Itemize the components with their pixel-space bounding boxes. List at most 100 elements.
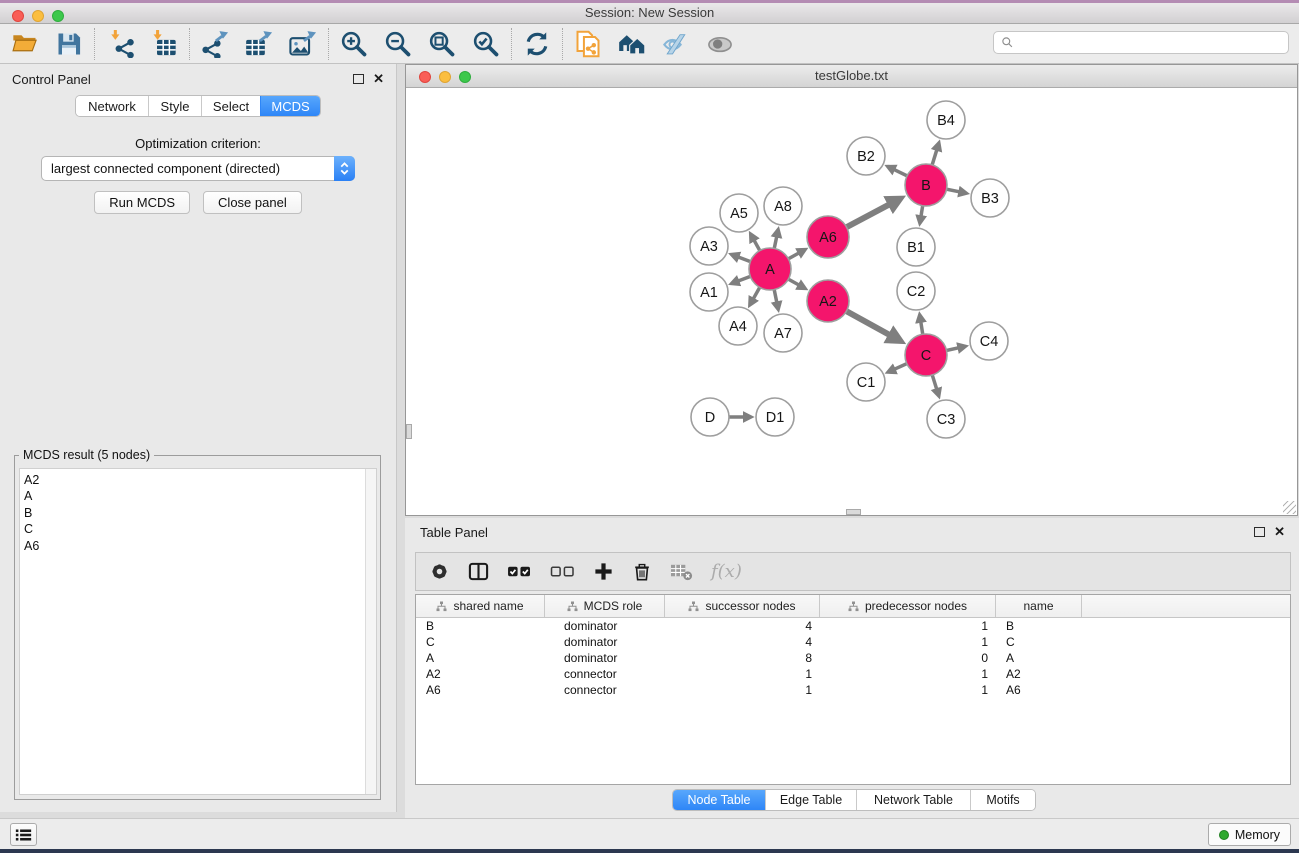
show-panels-button[interactable] [10, 823, 37, 846]
table-cell: A [416, 651, 545, 665]
table-cell: 1 [665, 667, 820, 681]
column-header-name[interactable]: name [996, 595, 1082, 617]
table-row[interactable]: Bdominator41B [416, 618, 1290, 634]
mcds-result-listbox[interactable]: A2ABCA6 [19, 468, 377, 795]
deselect-all-icon[interactable] [550, 560, 575, 584]
svg-text:A6: A6 [819, 230, 837, 246]
close-panel-button[interactable]: Close panel [203, 191, 302, 214]
network-canvas[interactable]: B4 B2 B B3 A8A5 A6 A3 B1 A A1 C2 A2 A4A7 C4 C C1 D D1 C3 [406, 88, 1297, 515]
tab-network-table[interactable]: Network Table [856, 790, 970, 810]
minimize-window-button[interactable] [32, 10, 44, 22]
tab-select[interactable]: Select [201, 96, 260, 116]
node-A2[interactable]: A2 [807, 280, 849, 322]
node-A4[interactable]: A4 [719, 307, 757, 345]
tab-node-table[interactable]: Node Table [673, 790, 765, 810]
node-A3[interactable]: A3 [690, 227, 728, 265]
tab-mcds[interactable]: MCDS [260, 96, 320, 116]
node-C4[interactable]: C4 [970, 322, 1008, 360]
export-table-icon[interactable] [244, 29, 274, 59]
gear-icon[interactable] [429, 560, 450, 584]
bottom-splitter-grip[interactable] [846, 509, 861, 515]
zoom-in-icon[interactable] [339, 29, 369, 59]
column-header-shared-name[interactable]: shared name [416, 595, 545, 617]
mcds-result-item[interactable]: B [24, 505, 376, 521]
svg-text:C4: C4 [980, 334, 999, 350]
add-icon[interactable] [593, 560, 614, 584]
node-D1[interactable]: D1 [756, 398, 794, 436]
node-D[interactable]: D [691, 398, 729, 436]
close-table-panel-icon[interactable]: ✕ [1274, 526, 1285, 537]
columns-icon[interactable] [468, 560, 489, 584]
memory-button[interactable]: Memory [1208, 823, 1291, 846]
node-B1[interactable]: B1 [897, 228, 935, 266]
refresh-icon[interactable] [522, 29, 552, 59]
show-eye-icon[interactable] [705, 29, 735, 59]
close-panel-icon[interactable]: ✕ [373, 73, 384, 84]
trash-icon[interactable] [632, 560, 652, 584]
mcds-result-item[interactable]: A [24, 488, 376, 504]
network-close-button[interactable] [419, 71, 431, 83]
float-table-panel-icon[interactable] [1254, 527, 1265, 537]
column-header-successor-nodes[interactable]: successor nodes [665, 595, 820, 617]
zoom-out-icon[interactable] [383, 29, 413, 59]
node-B2[interactable]: B2 [847, 137, 885, 175]
table-row[interactable]: Cdominator41C [416, 634, 1290, 650]
table-row[interactable]: A6connector11A6 [416, 682, 1290, 698]
node-A5[interactable]: A5 [720, 194, 758, 232]
resize-corner-grip[interactable] [1283, 501, 1296, 514]
mcds-result-item[interactable]: C [24, 521, 376, 537]
home-icon[interactable] [617, 29, 647, 59]
node-table: shared nameMCDS rolesuccessor nodesprede… [415, 594, 1291, 785]
column-label: name [1023, 599, 1053, 613]
select-all-icon[interactable] [507, 560, 532, 584]
import-table-icon[interactable] [149, 29, 179, 59]
network-zoom-button[interactable] [459, 71, 471, 83]
hide-eye-icon[interactable] [661, 29, 691, 59]
network-graph[interactable]: B4 B2 B B3 A8A5 A6 A3 B1 A A1 C2 A2 A4A7 C4 C C1 D D1 C3 [406, 88, 1297, 515]
table-cell: 4 [665, 635, 820, 649]
close-window-button[interactable] [12, 10, 24, 22]
search-field[interactable] [993, 31, 1289, 54]
node-B[interactable]: B [905, 164, 947, 206]
node-A[interactable]: A [749, 248, 791, 290]
zoom-selected-icon[interactable] [471, 29, 501, 59]
tab-network[interactable]: Network [76, 96, 148, 116]
network-minimize-button[interactable] [439, 71, 451, 83]
toolbar-separator [94, 28, 95, 60]
export-image-icon[interactable] [288, 29, 318, 59]
tab-motifs[interactable]: Motifs [970, 790, 1035, 810]
column-header-predecessor-nodes[interactable]: predecessor nodes [820, 595, 996, 617]
node-A8[interactable]: A8 [764, 187, 802, 225]
zoom-window-button[interactable] [52, 10, 64, 22]
node-A6[interactable]: A6 [807, 216, 849, 258]
mcds-result-item[interactable]: A2 [24, 472, 376, 488]
search-input[interactable] [1018, 36, 1288, 50]
tab-style[interactable]: Style [148, 96, 201, 116]
node-B3[interactable]: B3 [971, 179, 1009, 217]
save-icon[interactable] [54, 29, 84, 59]
node-A1[interactable]: A1 [690, 273, 728, 311]
toolbar-separator [189, 28, 190, 60]
table-row[interactable]: Adominator80A [416, 650, 1290, 666]
left-splitter-grip[interactable] [406, 424, 412, 439]
tab-edge-table[interactable]: Edge Table [765, 790, 856, 810]
import-network-icon[interactable] [105, 29, 135, 59]
node-A7[interactable]: A7 [764, 314, 802, 352]
export-network-icon[interactable] [200, 29, 230, 59]
listbox-scrollbar[interactable] [365, 469, 376, 794]
node-C[interactable]: C [905, 334, 947, 376]
node-C2[interactable]: C2 [897, 272, 935, 310]
node-C3[interactable]: C3 [927, 400, 965, 438]
column-header-MCDS-role[interactable]: MCDS role [545, 595, 665, 617]
float-panel-icon[interactable] [353, 74, 364, 84]
optimization-criterion-select[interactable]: largest connected component (directed) [41, 156, 355, 181]
open-folder-icon[interactable] [10, 29, 40, 59]
run-mcds-button[interactable]: Run MCDS [94, 191, 190, 214]
clone-network-icon[interactable] [573, 29, 603, 59]
network-window-title: testGlobe.txt [406, 65, 1297, 87]
zoom-fit-icon[interactable] [427, 29, 457, 59]
mcds-result-item[interactable]: A6 [24, 538, 376, 554]
table-row[interactable]: A2connector11A2 [416, 666, 1290, 682]
node-C1[interactable]: C1 [847, 363, 885, 401]
node-B4[interactable]: B4 [927, 101, 965, 139]
